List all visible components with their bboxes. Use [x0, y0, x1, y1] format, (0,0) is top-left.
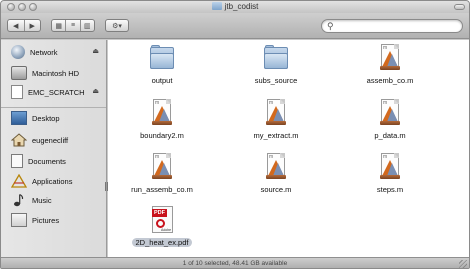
- file-item-subs-source[interactable]: subs_source: [228, 44, 324, 85]
- sidebar-item-home[interactable]: eugenecliff: [10, 132, 105, 148]
- hard-drive-icon: [11, 66, 27, 80]
- pdf-file-icon: PDF Adobe: [148, 206, 176, 234]
- sidebar-item-documents[interactable]: Documents: [11, 153, 105, 169]
- matlab-file-icon: m: [376, 44, 404, 72]
- folder-icon: [211, 2, 222, 10]
- sidebar-divider: [1, 107, 106, 108]
- sidebar-item-macintosh-hd[interactable]: Macintosh HD: [11, 65, 105, 81]
- sidebar-item-label: Music: [32, 195, 52, 205]
- desktop-icon: [11, 111, 27, 125]
- file-name: assemb_co.m: [366, 76, 414, 85]
- forward-arrow-icon: ▶: [29, 22, 35, 30]
- file-item-boundary2[interactable]: m boundary2.m: [114, 99, 210, 140]
- sidebar-item-label: EMC_SCRATCH: [28, 87, 85, 97]
- file-item-output[interactable]: output: [114, 44, 210, 85]
- sidebar-item-label: Applications: [32, 176, 73, 186]
- sidebar-item-label: Desktop: [32, 113, 60, 123]
- file-name: subs_source: [254, 76, 298, 85]
- sidebar: Network ⏏ Macintosh HD EMC_SCRATCH ⏏ Des…: [1, 40, 108, 257]
- list-view-icon: ≡: [70, 22, 76, 29]
- disk-image-icon: [11, 85, 23, 99]
- sidebar-item-pictures[interactable]: Pictures: [11, 212, 105, 228]
- toolbar-toggle-button[interactable]: [454, 4, 465, 10]
- music-icon: [11, 193, 27, 207]
- file-name: output: [151, 76, 173, 85]
- column-view-icon: ▥: [84, 22, 91, 30]
- matlab-file-icon: m: [262, 153, 290, 181]
- file-name: p_data.m: [374, 131, 406, 140]
- sidebar-item-applications[interactable]: Applications: [10, 173, 105, 189]
- folder-icon: [262, 44, 290, 72]
- status-text: 1 of 10 selected, 48.41 GB available: [182, 260, 288, 267]
- file-item-run-assemb-co[interactable]: m run_assemb_co.m: [114, 153, 210, 194]
- sidebar-item-label: eugenecliff: [32, 135, 69, 145]
- gear-icon: ⚙▾: [112, 22, 122, 30]
- icon-view-button[interactable]: ▦: [52, 20, 65, 31]
- icon-view-icon: ▦: [55, 22, 62, 30]
- finder-window: jtb_codist ◀ ▶ ▦ ≡ ▥ ⚙▾ ⚲ Network ⏏ Maci…: [0, 0, 470, 269]
- eject-icon[interactable]: ⏏: [92, 87, 99, 95]
- file-name: my_extract.m: [253, 131, 299, 140]
- pictures-icon: [11, 213, 27, 227]
- file-name: run_assemb_co.m: [131, 185, 193, 194]
- sidebar-item-label: Macintosh HD: [32, 68, 80, 78]
- window-title-text: jtb_codist: [224, 2, 259, 11]
- matlab-file-icon: m: [376, 153, 404, 181]
- matlab-file-icon: m: [376, 99, 404, 127]
- nav-segment: ◀ ▶: [7, 19, 41, 32]
- home-icon: [10, 133, 28, 147]
- toolbar: ◀ ▶ ▦ ≡ ▥ ⚙▾ ⚲: [1, 13, 469, 39]
- sidebar-item-emc-scratch[interactable]: EMC_SCRATCH ⏏: [11, 84, 105, 100]
- network-globe-icon: [11, 45, 25, 59]
- title-bar[interactable]: jtb_codist: [1, 1, 469, 13]
- sidebar-item-label: Pictures: [32, 215, 60, 225]
- matlab-file-icon: m: [148, 99, 176, 127]
- file-item-2d-heat-ex[interactable]: PDF Adobe 2D_heat_ex.pdf: [114, 206, 210, 247]
- folder-icon: [148, 44, 176, 72]
- file-item-p-data[interactable]: m p_data.m: [342, 99, 438, 140]
- back-arrow-icon: ◀: [13, 22, 19, 30]
- file-item-steps[interactable]: m steps.m: [342, 153, 438, 194]
- sidebar-item-desktop[interactable]: Desktop: [11, 110, 105, 126]
- column-view-button[interactable]: ▥: [79, 20, 94, 31]
- view-segment: ▦ ≡ ▥: [51, 19, 95, 32]
- list-view-button[interactable]: ≡: [65, 20, 79, 31]
- eject-icon[interactable]: ⏏: [92, 47, 99, 55]
- back-button[interactable]: ◀: [8, 20, 24, 31]
- file-icon-view: output subs_source m assemb_co.m m bound…: [108, 40, 469, 257]
- applications-icon: [10, 173, 28, 188]
- search-input[interactable]: [337, 21, 457, 31]
- forward-button[interactable]: ▶: [23, 20, 41, 31]
- file-name: steps.m: [376, 185, 404, 194]
- file-item-my-extract[interactable]: m my_extract.m: [228, 99, 324, 140]
- documents-icon: [11, 154, 23, 168]
- file-name: 2D_heat_ex.pdf: [131, 238, 193, 247]
- sidebar-item-label: Network: [30, 47, 58, 57]
- file-item-assemb-co[interactable]: m assemb_co.m: [342, 44, 438, 85]
- matlab-file-icon: m: [148, 153, 176, 181]
- matlab-file-icon: m: [262, 99, 290, 127]
- sidebar-item-music[interactable]: Music: [11, 192, 105, 208]
- sidebar-item-label: Documents: [28, 156, 66, 166]
- action-menu-button[interactable]: ⚙▾: [105, 19, 129, 32]
- resize-grip-icon[interactable]: [459, 260, 467, 268]
- file-name: boundary2.m: [140, 131, 184, 140]
- window-title: jtb_codist: [1, 2, 469, 11]
- search-icon: ⚲: [327, 21, 334, 31]
- file-item-source[interactable]: m source.m: [228, 153, 324, 194]
- file-name: source.m: [260, 185, 292, 194]
- status-bar: 1 of 10 selected, 48.41 GB available: [1, 257, 469, 268]
- search-field[interactable]: ⚲: [321, 19, 463, 33]
- sidebar-item-network[interactable]: Network ⏏: [11, 44, 105, 60]
